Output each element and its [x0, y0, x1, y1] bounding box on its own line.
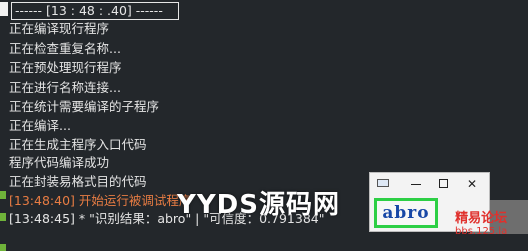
- run-marker-icon: [0, 191, 6, 199]
- forum-logo: 精易论坛 bbs.125.la: [455, 211, 507, 238]
- close-button[interactable]: ✕: [458, 175, 486, 193]
- forum-url: bbs.125.la: [455, 226, 508, 237]
- line-marker: [0, 2, 8, 16]
- minimize-button[interactable]: [402, 175, 430, 193]
- window-titlebar[interactable]: ✕: [370, 173, 489, 195]
- log-line: 正在生成主程序入口代码: [9, 137, 147, 152]
- run-marker-icon: [0, 213, 6, 221]
- watermark: YYDS源码网: [177, 190, 340, 220]
- captcha-image: abro: [374, 198, 438, 228]
- forum-name: 精易论坛: [455, 211, 508, 226]
- log-line: 正在进行名称连接...: [9, 80, 121, 95]
- maximize-button[interactable]: [430, 175, 458, 193]
- log-line: 正在统计需要编译的子程序: [9, 99, 160, 114]
- run-marker-icon: [0, 244, 6, 251]
- log-line: 正在预处理现行程序: [9, 60, 122, 75]
- log-line-run-start: [13:48:40] 开始运行被调试程序: [9, 193, 192, 208]
- app-window-icon: [377, 179, 389, 187]
- log-line: 正在检查重复名称...: [9, 41, 121, 56]
- log-header: ------ [13 : 48 : .40] ------: [11, 2, 179, 20]
- log-line: 正在封装易格式目的代码: [9, 174, 147, 189]
- log-line: 程序代码编译成功: [9, 155, 110, 170]
- log-line: 正在编译现行程序: [9, 21, 110, 36]
- log-line: 正在编译...: [9, 118, 71, 133]
